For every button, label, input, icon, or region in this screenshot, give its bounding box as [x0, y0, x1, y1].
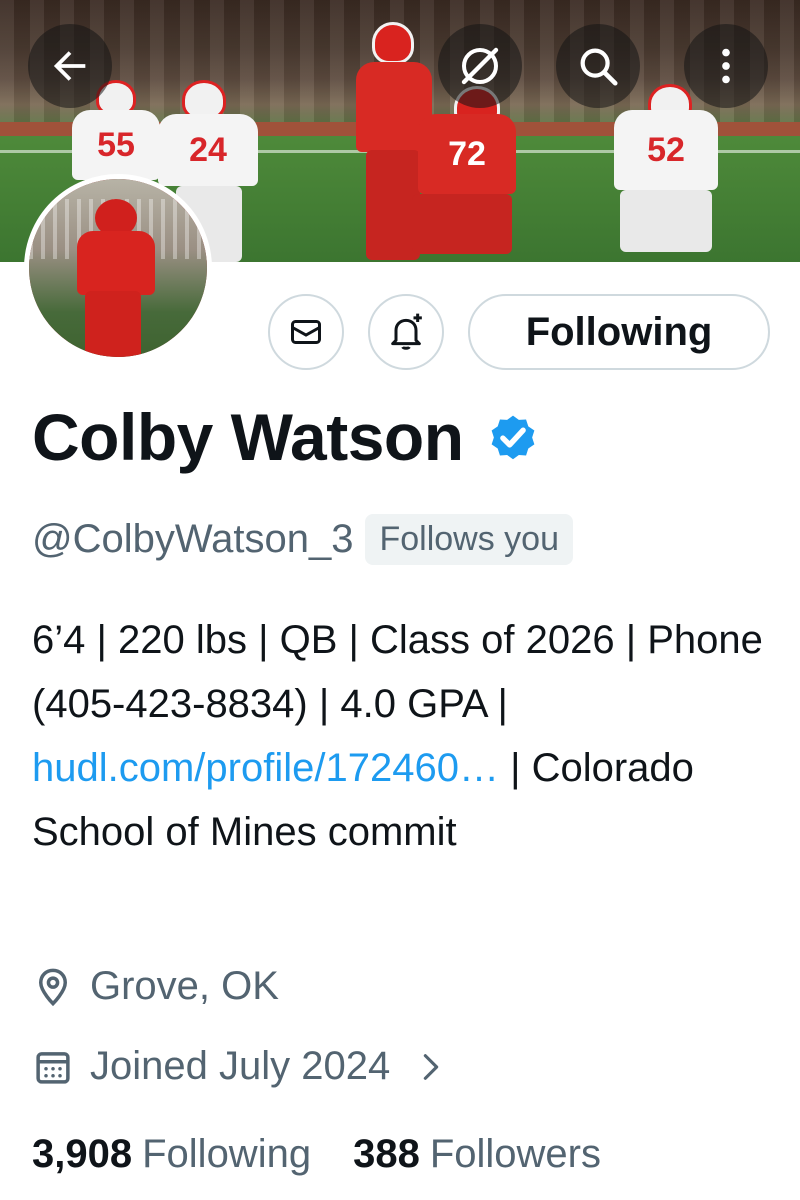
- bio: 6’4 | 220 lbs | QB | Class of 2026 | Pho…: [32, 608, 772, 864]
- envelope-icon: [291, 320, 321, 344]
- banner-player-52: 52: [608, 84, 724, 262]
- bio-link[interactable]: hudl.com/profile/172460…: [32, 746, 499, 790]
- back-button[interactable]: [28, 24, 112, 108]
- grok-button[interactable]: [438, 24, 522, 108]
- more-vertical-icon: [722, 48, 730, 84]
- name-row: Colby Watson: [32, 404, 540, 470]
- followers-stat[interactable]: 388 Followers: [353, 1132, 601, 1177]
- user-handle: @ColbyWatson_3: [32, 517, 354, 561]
- arrow-left-icon: [53, 51, 86, 81]
- verified-badge-icon[interactable]: [486, 410, 540, 464]
- jersey-number: 72: [418, 114, 516, 194]
- banner-player-72: 72: [404, 86, 520, 262]
- follows-you-badge: Follows you: [365, 514, 573, 565]
- bio-text: 6’4 | 220 lbs | QB | Class of 2026 | Pho…: [32, 618, 763, 726]
- joined-row[interactable]: Joined July 2024: [32, 1044, 448, 1089]
- search-icon: [580, 48, 618, 86]
- following-count: 3,908: [32, 1132, 133, 1176]
- notifications-button[interactable]: [368, 294, 444, 370]
- follow-stats: 3,908 Following 388 Followers: [32, 1132, 601, 1177]
- avatar[interactable]: [24, 174, 212, 362]
- joined-text: Joined July 2024: [90, 1044, 391, 1088]
- following-label: Following: [142, 1132, 312, 1176]
- followers-count: 388: [353, 1132, 420, 1176]
- more-button[interactable]: [684, 24, 768, 108]
- search-button[interactable]: [556, 24, 640, 108]
- calendar-icon: [36, 1051, 70, 1084]
- jersey-number: 52: [614, 110, 718, 190]
- chevron-right-icon: [423, 1053, 439, 1080]
- jersey-number: 55: [72, 110, 160, 180]
- followers-label: Followers: [429, 1132, 601, 1176]
- display-name: Colby Watson: [32, 400, 464, 474]
- bell-plus-icon: [391, 313, 422, 350]
- following-stat[interactable]: 3,908 Following: [32, 1132, 311, 1177]
- jersey-number: 24: [158, 114, 258, 186]
- location-pin-icon: [38, 968, 68, 1006]
- grok-icon: [461, 47, 499, 85]
- location-row: Grove, OK: [32, 964, 279, 1009]
- handle-row: @ColbyWatson_3 Follows you: [32, 514, 573, 565]
- message-button[interactable]: [268, 294, 344, 370]
- location-text: Grove, OK: [90, 964, 279, 1008]
- following-button[interactable]: Following: [468, 294, 770, 370]
